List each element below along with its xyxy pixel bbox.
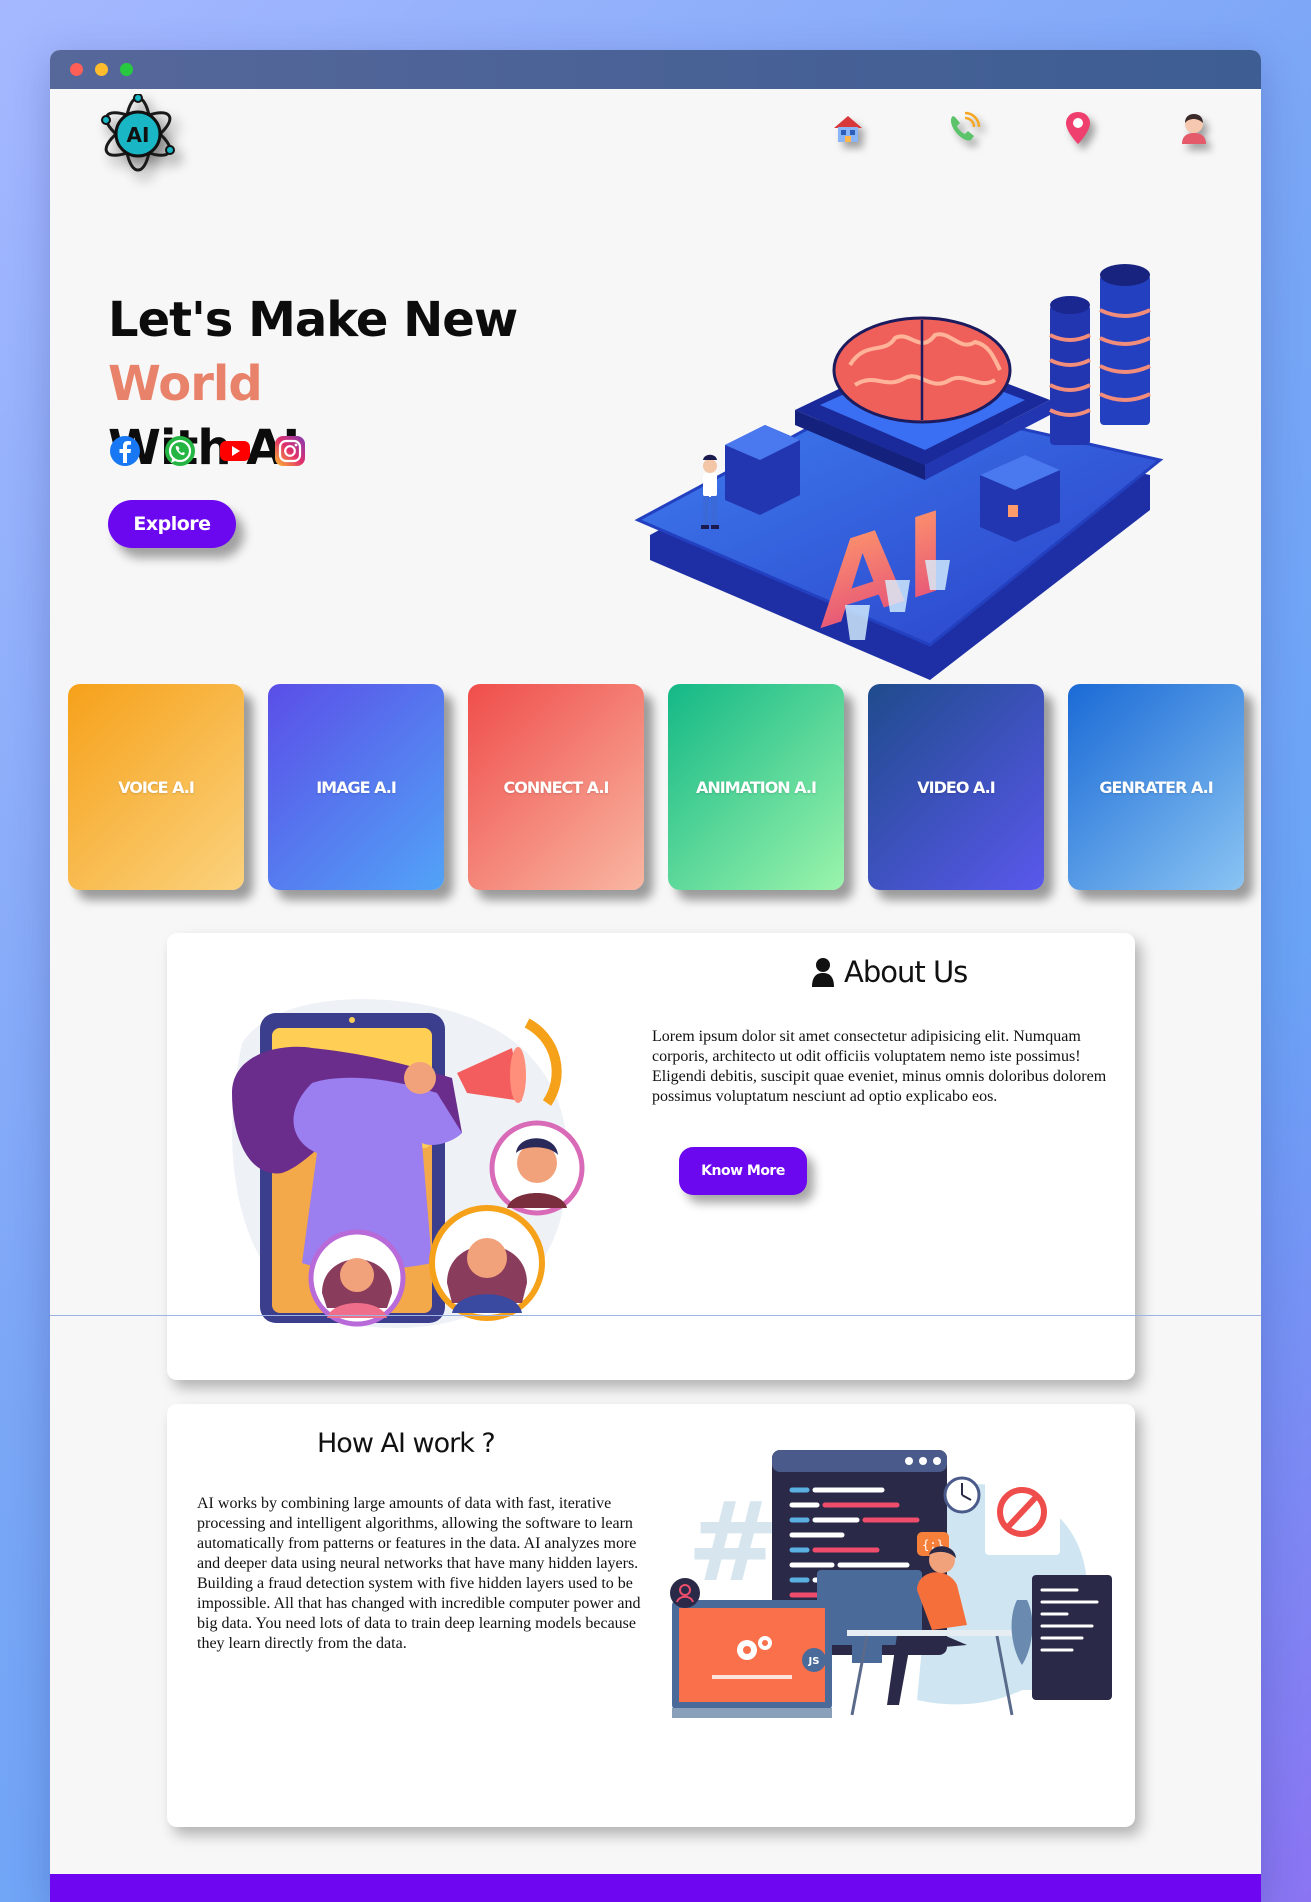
browser-window: AI Let's Make New World With AI Explore … — [50, 50, 1261, 1902]
user-icon — [812, 958, 834, 987]
card-connect-ai[interactable]: CONNECT A.I — [468, 684, 644, 890]
know-more-button[interactable]: Know More — [679, 1147, 807, 1195]
instagram-icon[interactable] — [273, 434, 307, 468]
how-title: How AI work ? — [317, 1428, 496, 1459]
window-close-dot[interactable] — [70, 63, 83, 76]
footer-bar — [50, 1874, 1261, 1902]
window-maximize-dot[interactable] — [120, 63, 133, 76]
phone-icon[interactable] — [943, 108, 983, 148]
card-video-ai[interactable]: VIDEO A.I — [868, 684, 1044, 890]
hero-title-part1: Let's Make New — [108, 292, 518, 348]
window-minimize-dot[interactable] — [95, 63, 108, 76]
whatsapp-icon[interactable] — [163, 434, 197, 468]
about-section: About Us Lorem ipsum dolor sit amet cons… — [167, 933, 1135, 1380]
card-animation-ai[interactable]: ANIMATION A.I — [668, 684, 844, 890]
js-badge: JS — [808, 1656, 820, 1667]
logo-text: AI — [127, 123, 150, 147]
divider-line — [50, 1315, 1261, 1316]
explore-button[interactable]: Explore — [108, 500, 236, 548]
hero-title-accent: World — [108, 356, 263, 412]
how-ai-work-section: How AI work ? AI works by combining larg… — [167, 1404, 1135, 1827]
about-title-text: About Us — [844, 955, 968, 989]
about-text: Lorem ipsum dolor sit amet consectetur a… — [652, 1028, 1107, 1105]
card-image-ai[interactable]: IMAGE A.I — [268, 684, 444, 890]
ai-atom-logo[interactable]: AI — [98, 94, 178, 174]
window-titlebar — [50, 50, 1261, 89]
about-title: About Us — [812, 955, 968, 989]
card-genrater-ai[interactable]: GENRATER A.I — [1068, 684, 1244, 890]
ai-chip-illustration: AI — [634, 264, 1164, 680]
location-pin-icon[interactable] — [1058, 108, 1098, 148]
developer-illustration: # {;} JS — [670, 1450, 1112, 1718]
how-text: AI works by combining large amounts of d… — [197, 1495, 641, 1652]
profile-icon[interactable] — [1174, 108, 1214, 148]
home-icon[interactable] — [828, 108, 868, 148]
marketing-illustration — [232, 999, 585, 1329]
youtube-icon[interactable] — [218, 434, 252, 468]
svg-text:#: # — [687, 1478, 779, 1606]
facebook-icon[interactable] — [108, 434, 142, 468]
card-voice-ai[interactable]: VOICE A.I — [68, 684, 244, 890]
